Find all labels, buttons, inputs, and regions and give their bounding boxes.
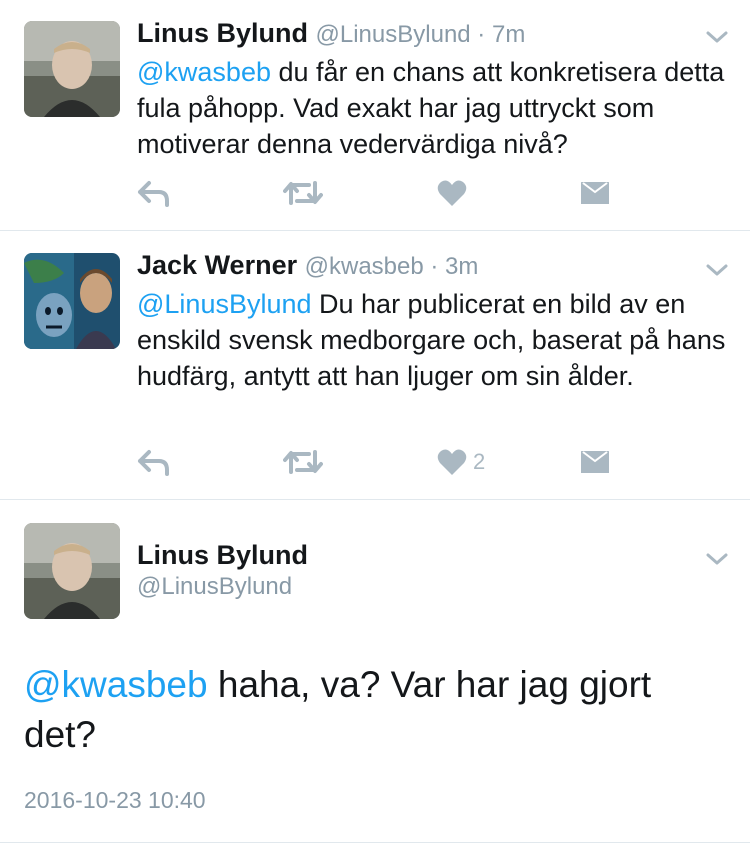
direct-message-icon bbox=[581, 182, 609, 204]
like-count: 2 bbox=[473, 449, 486, 474]
avatar[interactable] bbox=[24, 21, 120, 117]
author-name[interactable]: Linus Bylund bbox=[137, 540, 308, 571]
like-button[interactable] bbox=[437, 173, 473, 213]
author-name[interactable]: Linus Bylund bbox=[137, 18, 308, 48]
tweet-actions: 2 bbox=[137, 442, 657, 482]
reply-button[interactable] bbox=[137, 173, 171, 213]
tweet-header: Jack Werner @kwasbeb · 3m bbox=[137, 250, 478, 281]
heart-icon bbox=[437, 449, 467, 475]
retweet-button[interactable] bbox=[283, 173, 323, 213]
tweet-text: @LinusBylund Du har publicerat en bild a… bbox=[137, 286, 737, 394]
chevron-down-icon[interactable] bbox=[704, 24, 730, 50]
tweet-time: 7m bbox=[491, 21, 526, 48]
reply-icon bbox=[138, 181, 169, 207]
mention-link[interactable]: @LinusBylund bbox=[137, 289, 312, 319]
separator: · bbox=[423, 253, 446, 280]
retweet-icon bbox=[283, 181, 323, 205]
heart-icon bbox=[437, 180, 467, 206]
direct-message-button[interactable] bbox=[579, 442, 611, 482]
tweet-header: Linus Bylund @LinusBylund · 7m bbox=[137, 18, 525, 49]
direct-message-icon bbox=[581, 451, 609, 473]
reply-button[interactable] bbox=[137, 442, 171, 482]
author-handle[interactable]: @kwasbeb bbox=[305, 253, 424, 280]
tweet-timestamp: 2016-10-23 10:40 bbox=[24, 787, 206, 813]
retweet-icon bbox=[283, 450, 323, 474]
mention-link[interactable]: @kwasbeb bbox=[24, 664, 208, 705]
separator: · bbox=[470, 21, 492, 48]
divider bbox=[0, 842, 750, 843]
tweet-1[interactable]: Linus Bylund @LinusBylund · 7m @kwasbeb … bbox=[0, 0, 750, 230]
like-button[interactable]: 2 bbox=[437, 442, 485, 482]
reply-icon bbox=[138, 450, 169, 476]
tweet-2[interactable]: Jack Werner @kwasbeb · 3m @LinusBylund D… bbox=[0, 231, 750, 499]
avatar[interactable] bbox=[24, 523, 120, 619]
mention-link[interactable]: @kwasbeb bbox=[137, 57, 271, 87]
chevron-down-icon[interactable] bbox=[704, 257, 730, 283]
tweet-actions bbox=[137, 173, 657, 213]
avatar[interactable] bbox=[24, 253, 120, 349]
direct-message-button[interactable] bbox=[579, 173, 611, 213]
author-name[interactable]: Jack Werner bbox=[137, 250, 297, 280]
tweet-text: @kwasbeb haha, va? Var har jag gjort det… bbox=[24, 660, 724, 760]
tweet-text: @kwasbeb du får en chans att konkretiser… bbox=[137, 54, 737, 162]
author-handle[interactable]: @LinusBylund bbox=[137, 573, 292, 601]
chevron-down-icon[interactable] bbox=[704, 546, 730, 572]
author-handle[interactable]: @LinusBylund bbox=[316, 21, 471, 48]
retweet-button[interactable] bbox=[283, 442, 323, 482]
tweet-time: 3m bbox=[445, 253, 479, 280]
